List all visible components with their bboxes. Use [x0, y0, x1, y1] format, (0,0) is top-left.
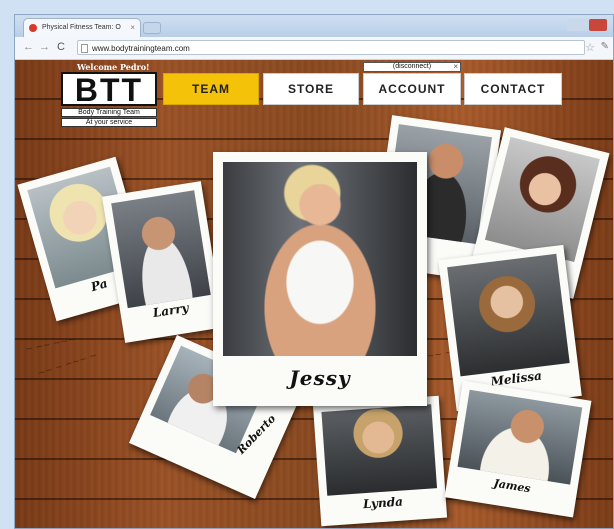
member-card-melissa[interactable]: Melissa	[438, 244, 582, 412]
member-photo	[321, 404, 438, 496]
close-icon[interactable]: ×	[453, 63, 458, 71]
browser-window: Physical Fitness Team: O × ← → C www.bod…	[14, 14, 614, 529]
browser-toolbar: ← → C www.bodytrainingteam.com ☆ ✎	[15, 37, 613, 60]
url-text: www.bodytrainingteam.com	[92, 44, 190, 53]
nav-store[interactable]: STORE	[263, 73, 359, 105]
tagline-service: At your service	[61, 118, 157, 127]
window-close-icon[interactable]	[589, 19, 607, 31]
browser-tab[interactable]: Physical Fitness Team: O ×	[23, 18, 141, 37]
new-tab-button[interactable]	[143, 22, 161, 34]
wrench-icon[interactable]: ✎	[601, 41, 609, 52]
nav-team[interactable]: TEAM	[163, 73, 259, 105]
window-controls[interactable]	[567, 19, 607, 31]
member-photo	[484, 136, 600, 262]
member-card-lynda[interactable]: Lynda	[312, 395, 448, 527]
reload-icon[interactable]: C	[57, 41, 65, 53]
member-name: Jessy	[289, 366, 351, 390]
member-photo	[223, 162, 417, 356]
wood-scribble: ~~ ~ ~~~ ~	[36, 350, 99, 380]
member-card-jessy[interactable]: Jessy	[213, 152, 427, 406]
member-card-james[interactable]: James	[444, 380, 592, 518]
disconnect-label: (disconnect)	[392, 63, 432, 70]
nav-contact[interactable]: CONTACT	[464, 73, 562, 105]
back-arrow-icon[interactable]: ←	[23, 41, 34, 53]
member-card-larry[interactable]: Larry	[102, 181, 224, 343]
forward-arrow-icon[interactable]: →	[39, 41, 50, 53]
wood-scribble: ~ ~~ ~~~	[24, 334, 77, 356]
close-tab-icon[interactable]: ×	[130, 23, 135, 32]
bookmark-star-icon[interactable]: ☆	[585, 41, 595, 54]
title-bar: Physical Fitness Team: O ×	[15, 15, 613, 37]
member-photo	[457, 389, 583, 485]
page-icon	[81, 44, 88, 53]
member-photo	[111, 190, 211, 309]
site-logo[interactable]: BTT	[61, 72, 157, 106]
tab-title: Physical Fitness Team: O	[42, 24, 121, 31]
nav-account[interactable]: ACCOUNT	[363, 73, 461, 105]
tagline-name: Body Training Team	[61, 108, 157, 117]
member-photo	[447, 253, 570, 377]
address-bar[interactable]: www.bodytrainingteam.com	[77, 40, 585, 55]
welcome-text: Welcome Pedro!	[77, 62, 150, 72]
page-content: Welcome Pedro! BTT Body Training Team At…	[15, 60, 613, 528]
disconnect-link[interactable]: (disconnect) ×	[363, 62, 461, 72]
favicon-icon	[29, 24, 37, 32]
